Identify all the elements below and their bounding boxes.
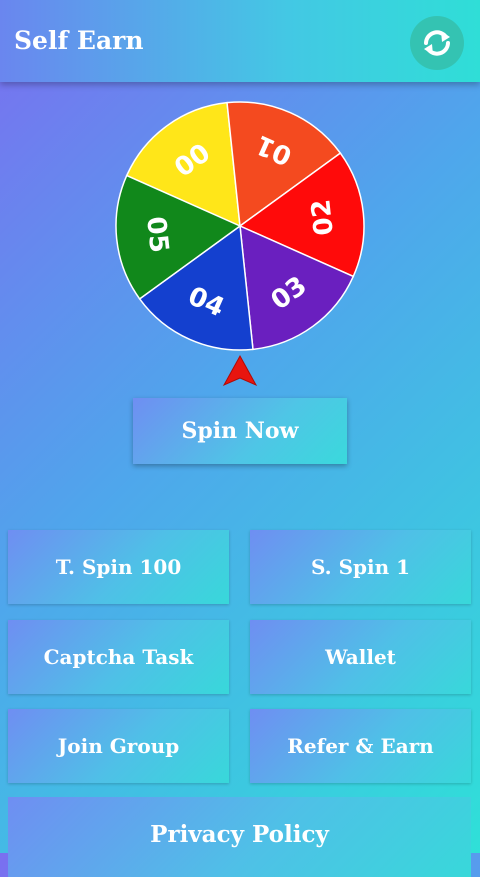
refresh-button[interactable] bbox=[410, 16, 464, 70]
spin-wheel: 00 0102030405 bbox=[115, 101, 365, 351]
spin-now-button[interactable]: Spin Now bbox=[133, 398, 347, 464]
app-title: Self Earn bbox=[14, 26, 144, 55]
wheel-label-02: 02 bbox=[306, 198, 340, 237]
wheel-label-05: 05 bbox=[140, 215, 174, 254]
privacy-policy-button[interactable]: Privacy Policy bbox=[8, 797, 471, 877]
wallet-button[interactable]: Wallet bbox=[250, 620, 471, 694]
s-spin-button[interactable]: S. Spin 1 bbox=[250, 530, 471, 604]
refresh-icon bbox=[424, 30, 450, 56]
wheel-pointer-icon bbox=[222, 354, 258, 387]
t-spin-button[interactable]: T. Spin 100 bbox=[8, 530, 229, 604]
refer-earn-button[interactable]: Refer & Earn bbox=[250, 709, 471, 783]
captcha-task-button[interactable]: Captcha Task bbox=[8, 620, 229, 694]
join-group-button[interactable]: Join Group bbox=[8, 709, 229, 783]
app-header: Self Earn bbox=[0, 0, 480, 82]
